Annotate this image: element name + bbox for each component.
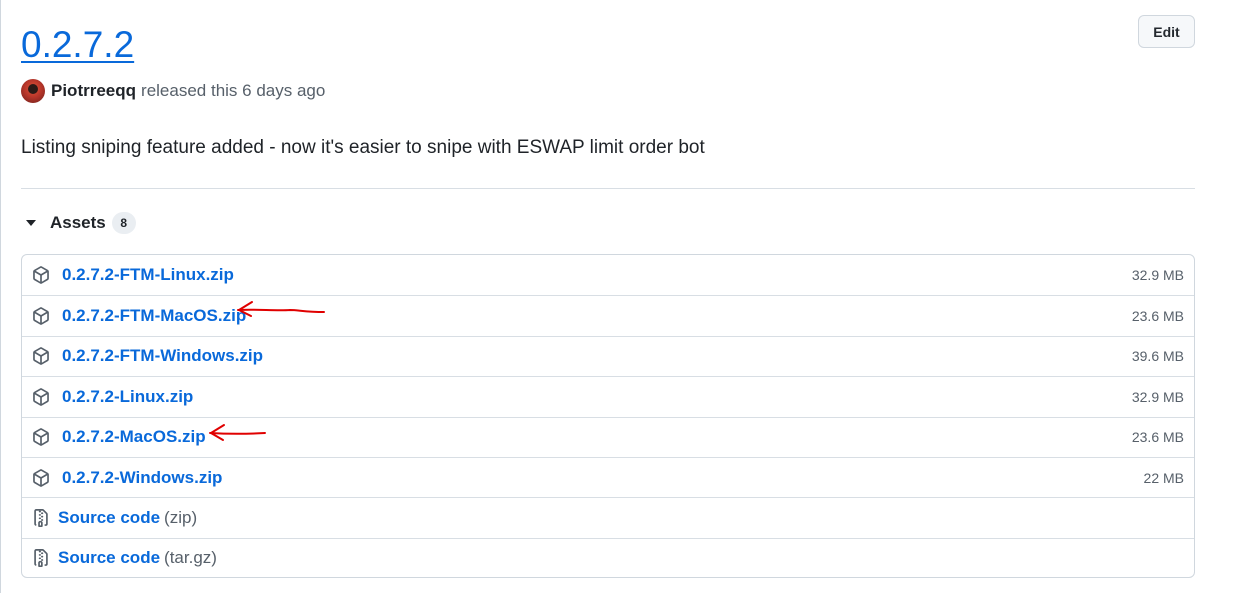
source-code-label: Source code (58, 508, 161, 528)
package-icon (33, 347, 49, 366)
source-code-zip-link[interactable]: Source code (zip) (58, 508, 197, 528)
release-byline: Piotrreeqq released this 6 days ago (21, 78, 325, 104)
package-icon (33, 428, 49, 447)
asset-row: 0.2.7.2-FTM-MacOS.zip 23.6 MB (22, 295, 1194, 335)
file-zip-icon (34, 509, 48, 528)
package-icon (33, 307, 49, 325)
author-link[interactable]: Piotrreeqq (51, 81, 136, 101)
asset-row: 0.2.7.2-Windows.zip 22 MB (22, 456, 1194, 497)
source-code-ext: (zip) (164, 508, 198, 528)
package-icon (33, 266, 49, 285)
source-code-row: Source code (zip) (22, 497, 1194, 537)
asset-size: 32.9 MB (1131, 267, 1184, 284)
source-code-targz-link[interactable]: Source code (tar.gz) (58, 548, 217, 568)
asset-download-link[interactable]: 0.2.7.2-FTM-Linux.zip (62, 265, 234, 285)
asset-size: 39.6 MB (1131, 348, 1184, 365)
release-page: 0.2.7.2 Edit Piotrreeqq released this 6 … (0, 0, 1236, 593)
package-icon (33, 388, 49, 406)
asset-size: 22 MB (1143, 469, 1184, 486)
page-border (0, 0, 1, 593)
asset-row: 0.2.7.2-Linux.zip 32.9 MB (22, 376, 1194, 416)
asset-download-link[interactable]: 0.2.7.2-FTM-MacOS.zip (62, 306, 246, 326)
source-code-row: Source code (tar.gz) (22, 537, 1194, 577)
assets-count-badge: 8 (111, 212, 136, 234)
assets-toggle[interactable]: Assets 8 (21, 210, 136, 236)
source-code-ext: (tar.gz) (164, 548, 217, 568)
asset-size: 23.6 MB (1131, 429, 1184, 446)
package-icon (33, 468, 49, 487)
asset-download-link[interactable]: 0.2.7.2-Windows.zip (62, 468, 222, 488)
asset-size: 23.6 MB (1131, 308, 1184, 325)
assets-title: Assets (50, 213, 106, 232)
triangle-down-icon (26, 220, 36, 226)
source-code-label: Source code (58, 548, 161, 568)
edit-button[interactable]: Edit (1138, 15, 1195, 48)
asset-row: 0.2.7.2-FTM-Windows.zip 39.6 MB (22, 335, 1194, 376)
asset-download-link[interactable]: 0.2.7.2-FTM-Windows.zip (62, 346, 263, 366)
asset-size: 32.9 MB (1131, 388, 1184, 405)
divider (21, 188, 1195, 189)
asset-row: 0.2.7.2-FTM-Linux.zip 32.9 MB (22, 255, 1194, 295)
released-text: released this 6 days ago (141, 81, 326, 100)
asset-download-link[interactable]: 0.2.7.2-MacOS.zip (62, 427, 206, 447)
release-description: Listing sniping feature added - now it's… (21, 137, 705, 158)
asset-list: 0.2.7.2-FTM-Linux.zip 32.9 MB 0.2.7.2-FT… (21, 254, 1195, 578)
asset-row: 0.2.7.2-MacOS.zip 23.6 MB (22, 416, 1194, 457)
asset-download-link[interactable]: 0.2.7.2-Linux.zip (62, 387, 193, 407)
file-zip-icon (34, 549, 48, 568)
release-title-link[interactable]: 0.2.7.2 (21, 22, 134, 68)
avatar[interactable] (21, 79, 45, 103)
